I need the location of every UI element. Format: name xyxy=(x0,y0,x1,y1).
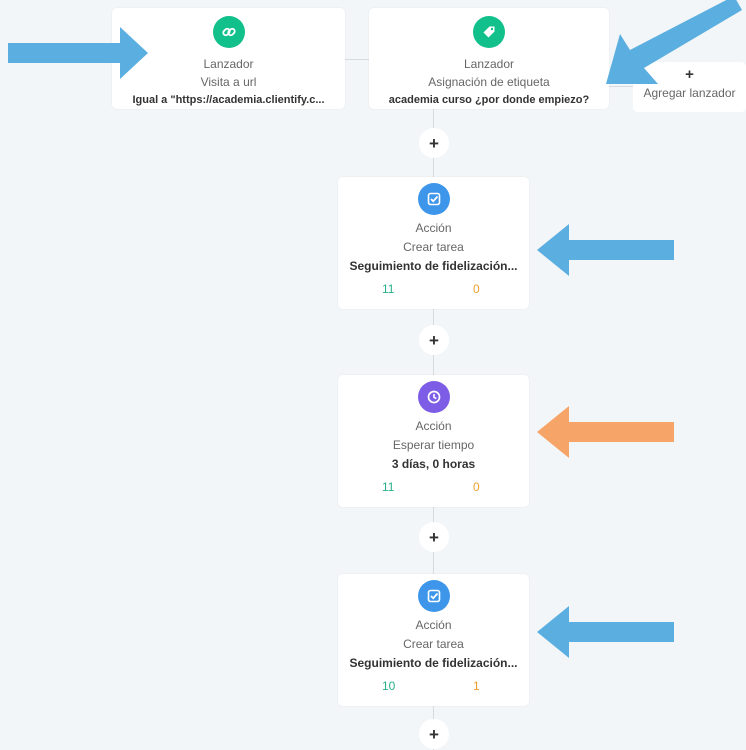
link-icon xyxy=(212,16,245,48)
add-step-button[interactable]: + xyxy=(419,719,449,749)
action-subtype: Crear tarea xyxy=(403,240,464,254)
success-count: 10 xyxy=(382,679,396,693)
clock-icon xyxy=(417,381,450,413)
annotation-arrow-right xyxy=(8,27,148,79)
plus-icon: + xyxy=(429,330,439,350)
task-check-icon xyxy=(417,580,450,612)
action-type: Acción xyxy=(415,419,452,433)
plus-icon: + xyxy=(429,527,439,547)
action-detail: 3 días, 0 horas xyxy=(391,457,476,471)
trigger-type: Lanzador xyxy=(463,57,515,71)
trigger-card-tag-assignment[interactable]: Lanzador Asignación de etiqueta academia… xyxy=(369,8,609,109)
action-type: Acción xyxy=(415,221,452,235)
trigger-detail: academia curso ¿por donde empiezo? xyxy=(388,94,590,106)
task-check-icon xyxy=(417,183,450,215)
action-card-create-task[interactable]: Acción Crear tarea Seguimiento de fideli… xyxy=(338,574,529,706)
annotation-arrow-left xyxy=(537,606,674,658)
success-count: 11 xyxy=(382,480,395,494)
action-subtype: Crear tarea xyxy=(403,637,464,651)
plus-icon: + xyxy=(429,133,439,153)
add-step-button[interactable]: + xyxy=(419,522,449,552)
add-step-button[interactable]: + xyxy=(419,325,449,355)
annotation-arrow-left xyxy=(537,224,674,276)
error-count: 0 xyxy=(473,282,480,296)
trigger-subtype: Asignación de etiqueta xyxy=(428,75,550,89)
action-subtype: Esperar tiempo xyxy=(392,438,475,452)
action-card-create-task[interactable]: Acción Crear tarea Seguimiento de fideli… xyxy=(338,177,529,309)
trigger-detail: Igual a "https://academia.clientify.c... xyxy=(132,94,325,106)
success-count: 11 xyxy=(382,282,395,296)
error-count: 1 xyxy=(473,679,480,693)
annotation-arrow-left-orange xyxy=(537,406,674,458)
trigger-connector-line xyxy=(345,59,369,60)
action-card-wait-time[interactable]: Acción Esperar tiempo 3 días, 0 horas 11… xyxy=(338,375,529,507)
error-count: 0 xyxy=(473,480,480,494)
plus-icon: + xyxy=(429,724,439,744)
add-step-button[interactable]: + xyxy=(419,128,449,158)
action-detail: Seguimiento de fidelización... xyxy=(349,259,518,273)
annotation-arrow-diagonal xyxy=(606,0,742,84)
action-detail: Seguimiento de fidelización... xyxy=(349,656,518,670)
tag-icon xyxy=(473,16,505,48)
action-type: Acción xyxy=(415,618,452,632)
